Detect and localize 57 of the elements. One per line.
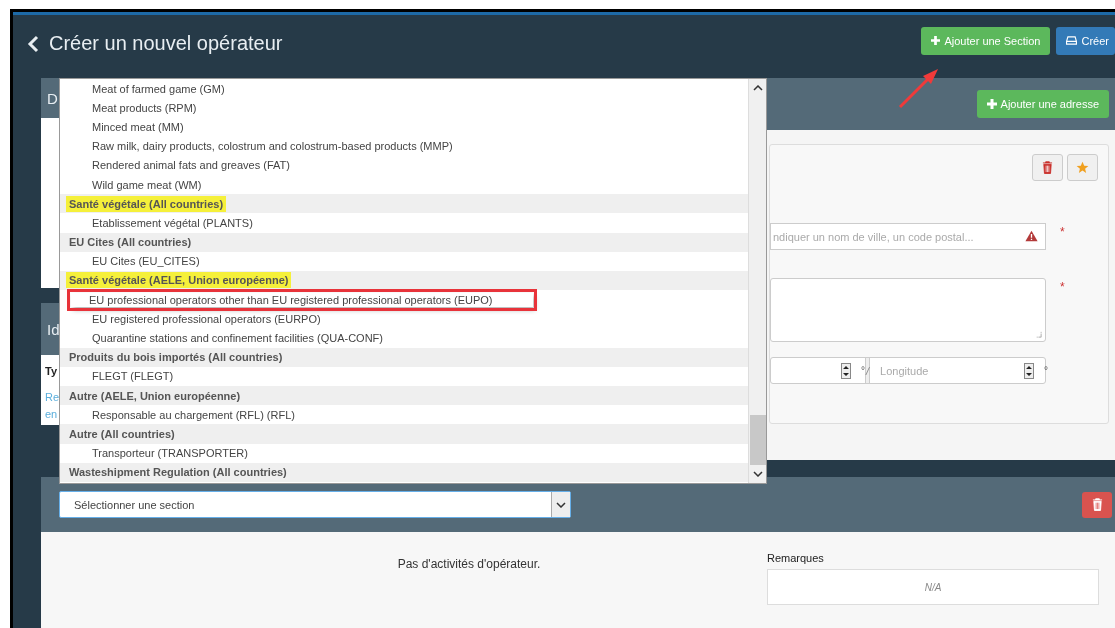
dropdown-option[interactable]: Rendered animal fats and greaves (FAT) [60,155,748,175]
longitude-field[interactable]: Longitude [870,363,1025,378]
section-select[interactable]: Sélectionner une section [59,491,571,518]
dropdown-option[interactable]: Raw milk, dairy products, colostrum and colostrum-based products (MMP) [60,136,748,156]
panel-heading: D [47,89,58,107]
option-group-header: Santé végétale (AELE, Union européenne) [60,270,748,291]
dropdown-option[interactable]: EU Cites (EU_CITES) [60,251,748,271]
dropdown-option[interactable]: FLEGT (FLEGT) [60,366,748,386]
city-search-field[interactable]: ndiquer un nom de ville, un code postal... [770,223,1046,250]
separator: / [865,358,871,383]
required-mark: * [1060,225,1065,239]
dropdown-option[interactable]: Meat products (RPM) [60,98,748,118]
scrollbar[interactable] [748,79,766,483]
scrollbar-thumb[interactable] [749,415,766,465]
dropdown-option[interactable]: EU professional operators other than EU registered professional operators (EUPO) [60,290,748,310]
option-group-header: Autre (All countries) [60,424,748,444]
dropdown-option[interactable]: Responsable au chargement (RFL) (RFL) [60,405,748,425]
spinner-icon[interactable] [1024,362,1035,379]
annotation-arrow [897,66,941,110]
required-mark: * [1060,280,1065,294]
option-group-header: Autre (AELE, Union européenne) [60,386,748,406]
trash-icon [1091,498,1103,511]
option-group-header: Santé végétale (All countries) [60,194,748,214]
dropdown-option[interactable]: Etablissement végétal (PLANTS) [60,213,748,233]
back-chevron-icon[interactable] [27,34,39,53]
dropdown-option[interactable]: EU registered professional operators (EURPO) [60,309,748,329]
trash-icon [1042,161,1053,174]
delete-button[interactable] [1032,154,1063,181]
column-heading: Ty [45,365,58,377]
degree-sign: ° [861,365,865,376]
plus-icon [986,99,997,109]
dropdown-option[interactable]: Meat of farmed game (GM) [60,79,748,99]
dropdown-option[interactable]: Transporteur (TRANSPORTER) [60,443,748,463]
option-group-header: Produits du bois importés (All countries) [60,347,748,367]
warning-icon [1025,230,1038,242]
scroll-down-icon[interactable] [752,471,763,477]
degree-sign: ° [1044,365,1049,376]
tray-icon [1066,36,1078,45]
spinner-icon[interactable] [841,362,851,379]
dropdown-option[interactable]: Wild game meat (WM) [60,174,748,195]
create-button[interactable]: Créer [1056,26,1115,55]
coordinates-field[interactable]: °/ Longitude ° [770,357,1046,384]
option-group-header: EU Cites (All countries) [60,232,748,252]
option-group-header: Wasteshipment Regulation (All countries) [60,462,748,482]
dropdown-option[interactable]: Minced meat (MM) [60,117,748,137]
empty-message: Pas d'activités d'opérateur. [396,557,542,573]
remarks-label: Remarques [767,552,825,564]
star-icon [1076,161,1089,174]
dropdown-option[interactable]: Quarantine stations and confinement facilities (QUA-CONF) [60,328,748,348]
plus-icon [931,36,941,45]
caret-icon [556,501,566,508]
resize-grip-icon[interactable] [1035,331,1042,338]
remarks-field: N/A [767,569,1099,605]
panel-heading: Id [47,320,60,338]
page-title: Créer un nouvel opérateur [49,32,283,55]
scroll-up-icon[interactable] [752,85,763,91]
delete-section-button[interactable] [1082,491,1112,518]
